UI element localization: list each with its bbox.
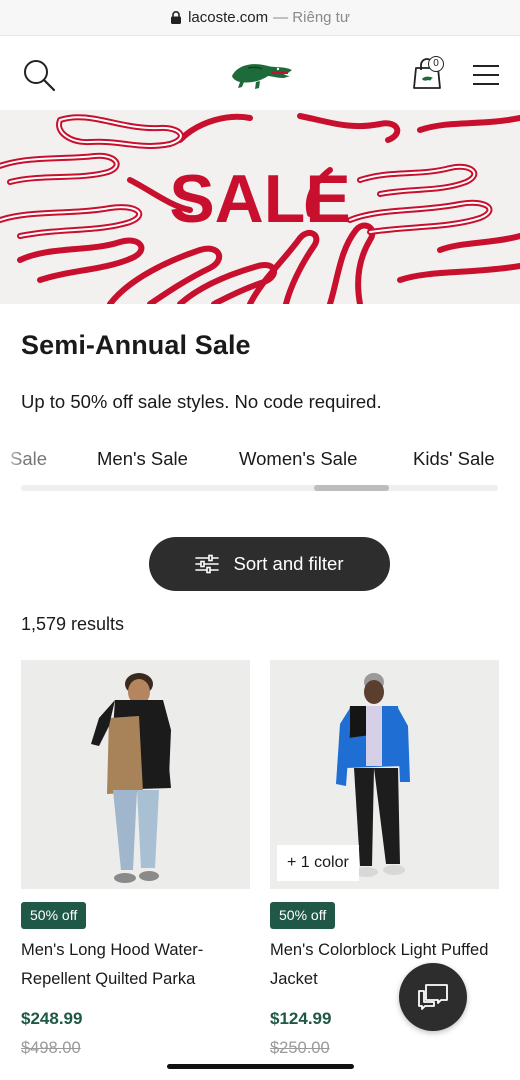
sale-banner-artwork: SALE (0, 113, 520, 304)
privacy-label: — Riêng tư (273, 9, 350, 26)
product-card[interactable]: + 1 color 50% off Men's Colorblock Light… (270, 660, 499, 1057)
original-price: $498.00 (21, 1039, 81, 1057)
original-price: $250.00 (270, 1039, 330, 1057)
hero-sale-text: SALE (169, 161, 350, 237)
url-domain: lacoste.com (188, 9, 269, 26)
tabs-fade-right (494, 446, 520, 476)
product-card[interactable]: 50% off Men's Long Hood Water-Repellent … (21, 660, 250, 1057)
product-name[interactable]: Men's Long Hood Water-Repellent Quilted … (21, 936, 250, 994)
home-indicator[interactable] (167, 1064, 354, 1069)
tab-womens-sale[interactable]: Women's Sale (239, 448, 357, 470)
tabs-scrollbar[interactable] (21, 485, 498, 491)
search-icon[interactable] (22, 58, 56, 92)
lock-icon (171, 11, 182, 24)
results-count: 1,579 results (21, 614, 125, 634)
hamburger-menu-icon[interactable] (472, 63, 500, 87)
color-count-tag[interactable]: + 1 color (277, 845, 359, 881)
category-tabs: Sale Men's Sale Women's Sale Kids' Sale (0, 446, 520, 476)
tabs-scrollbar-thumb[interactable] (314, 485, 389, 491)
tab-mens-sale[interactable]: Men's Sale (97, 448, 188, 470)
site-header: 0 (0, 36, 520, 110)
sliders-icon (195, 554, 220, 574)
page-subtitle: Up to 50% off sale styles. No code requi… (21, 391, 382, 412)
page-title: Semi-Annual Sale (21, 330, 251, 360)
sort-and-filter-label: Sort and filter (233, 553, 344, 574)
sale-price: $248.99 (21, 1009, 83, 1028)
tab-kids-sale[interactable]: Kids' Sale (413, 448, 495, 470)
sale-price: $124.99 (270, 1009, 332, 1028)
discount-badge: 50% off (21, 902, 87, 929)
product-image[interactable] (21, 660, 250, 889)
chat-icon (418, 984, 448, 1010)
product-photo-parka (21, 660, 250, 889)
sort-and-filter-button[interactable]: Sort and filter (149, 537, 390, 591)
lacoste-logo[interactable] (228, 54, 296, 92)
browser-url-bar[interactable]: lacoste.com — Riêng tư (0, 0, 520, 36)
sale-hero-banner[interactable]: SALE (0, 110, 520, 304)
product-image[interactable]: + 1 color (270, 660, 499, 889)
bag-count-badge: 0 (428, 56, 444, 72)
tabs-fade-left (0, 446, 22, 476)
chat-button[interactable] (399, 963, 467, 1031)
discount-badge: 50% off (270, 902, 336, 929)
